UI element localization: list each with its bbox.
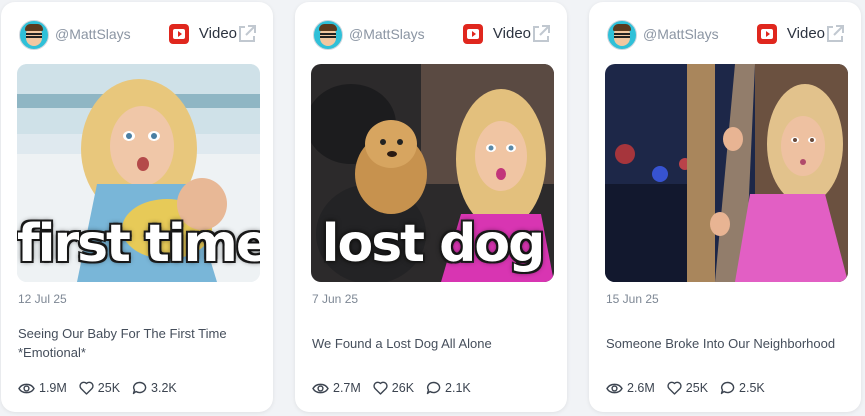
video-title[interactable]: Someone Broke Into Our Neighborhood [606,334,838,353]
likes-stat: 25K [667,381,708,395]
video-thumbnail[interactable] [605,64,848,282]
comments-count: 2.1K [445,381,471,395]
publish-date: 12 Jul 25 [18,292,67,306]
channel-handle[interactable]: @MattSlays [643,26,719,42]
avatar[interactable] [313,20,343,50]
engagement-stats: 2.6M 25K 2.5K [606,378,777,398]
external-link-icon[interactable] [823,22,847,46]
youtube-icon [463,24,483,44]
engagement-stats: 2.7M 26K 2.1K [312,378,483,398]
comments-count: 3.2K [151,381,177,395]
video-card-1[interactable]: @MattSlays Video first time 12 Jul 25 Se… [1,2,273,412]
eye-icon [18,383,35,393]
card-header: @MattSlays Video [1,20,273,50]
publish-date: 15 Jun 25 [606,292,659,306]
card-header: @MattSlays Video [589,20,861,50]
video-thumbnail[interactable]: lost dog [311,64,554,282]
content-type-label: Video [198,25,237,42]
comments-stat: 2.1K [426,381,471,395]
avatar[interactable] [607,20,637,50]
content-type-label: Video [786,25,825,42]
views-count: 2.7M [333,381,361,395]
video-title[interactable]: We Found a Lost Dog All Alone [312,334,544,353]
views-count: 1.9M [39,381,67,395]
comments-stat: 3.2K [132,381,177,395]
comment-icon [720,381,735,395]
thumbnail-caption: first time [17,214,260,274]
views-stat: 1.9M [18,381,67,395]
video-card-2[interactable]: @MattSlays Video lost dog 7 Jun 25 We Fo… [295,2,567,412]
channel-handle[interactable]: @MattSlays [55,26,131,42]
youtube-icon [757,24,777,44]
eye-icon [312,383,329,393]
video-title[interactable]: Seeing Our Baby For The First Time *Emot… [18,324,250,362]
avatar[interactable] [19,20,49,50]
comments-count: 2.5K [739,381,765,395]
views-stat: 2.7M [312,381,361,395]
comment-icon [426,381,441,395]
external-link-icon[interactable] [529,22,553,46]
youtube-icon [169,24,189,44]
video-card-3[interactable]: @MattSlays Video 15 Jun 25 Someone Broke… [589,2,861,412]
publish-date: 7 Jun 25 [312,292,359,306]
likes-stat: 26K [373,381,414,395]
heart-icon [373,381,388,395]
comment-icon [132,381,147,395]
channel-handle[interactable]: @MattSlays [349,26,425,42]
video-thumbnail[interactable]: first time [17,64,260,282]
heart-icon [79,381,94,395]
likes-count: 25K [97,381,121,395]
external-link-icon[interactable] [235,22,259,46]
views-stat: 2.6M [606,381,655,395]
comments-stat: 2.5K [720,381,765,395]
eye-icon [606,383,623,393]
heart-icon [667,381,682,395]
likes-count: 25K [685,381,709,395]
card-header: @MattSlays Video [295,20,567,50]
likes-count: 26K [391,381,415,395]
likes-stat: 25K [79,381,120,395]
thumbnail-caption: lost dog [321,214,546,274]
views-count: 2.6M [627,381,655,395]
content-type-label: Video [492,25,531,42]
engagement-stats: 1.9M 25K 3.2K [18,378,189,398]
